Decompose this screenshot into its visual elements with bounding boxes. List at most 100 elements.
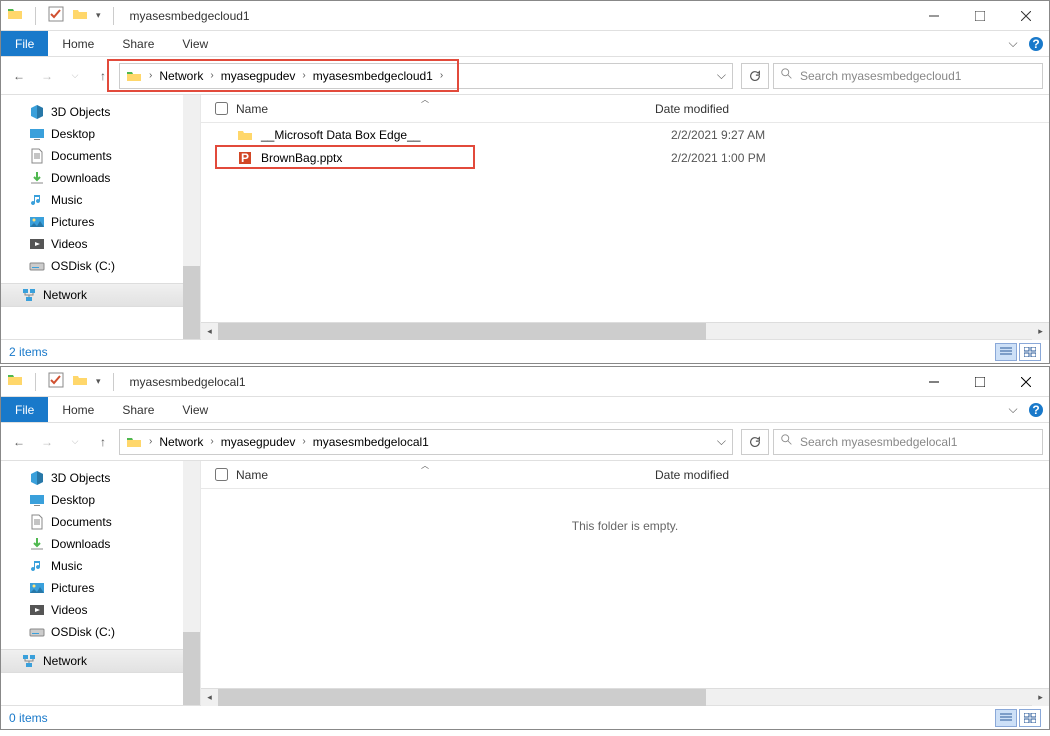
select-all-checkbox[interactable] [215, 468, 228, 481]
sidebar-scrollbar[interactable] [183, 95, 200, 339]
file-tab[interactable]: File [1, 31, 48, 56]
chevron-right-icon[interactable]: › [299, 70, 308, 81]
breadcrumb-segment[interactable]: myasegpudev [217, 430, 300, 454]
column-headers[interactable]: ︿ Name Date modified [201, 461, 1049, 489]
file-row[interactable]: __Microsoft Data Box Edge__ 2/2/2021 9:2… [201, 123, 1049, 146]
sidebar-item-pictures[interactable]: Pictures [1, 211, 200, 233]
qat-dropdown-icon[interactable]: ▾ [96, 376, 101, 387]
share-tab[interactable]: Share [108, 397, 168, 422]
recent-dropdown-icon[interactable]: ⌵ [63, 430, 87, 454]
file-tab[interactable]: File [1, 397, 48, 422]
help-button[interactable]: ? [1023, 397, 1049, 422]
refresh-button[interactable] [741, 429, 769, 455]
breadcrumb-segment[interactable]: Network [155, 64, 207, 88]
home-tab[interactable]: Home [48, 31, 108, 56]
sidebar-item-music[interactable]: Music [1, 189, 200, 211]
breadcrumb-segment[interactable]: myasesmbedgelocal1 [309, 430, 433, 454]
forward-button[interactable]: → [35, 430, 59, 454]
home-tab[interactable]: Home [48, 397, 108, 422]
horizontal-scrollbar[interactable]: ◂ ▸ [201, 688, 1049, 705]
sidebar-item-documents[interactable]: Documents [1, 145, 200, 167]
sidebar-item-network[interactable]: Network [1, 283, 200, 307]
sidebar-item-3d-objects[interactable]: 3D Objects [1, 101, 200, 123]
sidebar-item-downloads[interactable]: Downloads [1, 167, 200, 189]
chevron-right-icon[interactable]: › [207, 436, 216, 447]
maximize-button[interactable] [957, 367, 1003, 397]
scroll-right-icon[interactable]: ▸ [1032, 689, 1049, 706]
sidebar-item-3d-objects[interactable]: 3D Objects [1, 467, 200, 489]
titlebar[interactable]: ▾ myasesmbedgecloud1 [1, 1, 1049, 31]
horizontal-scrollbar[interactable]: ◂ ▸ [201, 322, 1049, 339]
maximize-button[interactable] [957, 1, 1003, 31]
select-all-checkbox[interactable] [215, 102, 228, 115]
file-row[interactable]: P BrownBag.pptx 2/2/2021 1:00 PM [201, 146, 1049, 169]
help-button[interactable]: ? [1023, 31, 1049, 56]
details-view-button[interactable] [995, 709, 1017, 727]
column-date[interactable]: Date modified [655, 468, 775, 482]
nav-pane[interactable]: 3D Objects Desktop Documents Downloads M… [1, 95, 201, 339]
back-button[interactable]: ← [7, 64, 31, 88]
chevron-right-icon[interactable]: › [146, 70, 155, 81]
breadcrumb-segment[interactable]: Network [155, 430, 207, 454]
sidebar-item-videos[interactable]: Videos [1, 233, 200, 255]
view-tab[interactable]: View [168, 31, 222, 56]
sidebar-scrollbar[interactable] [183, 461, 200, 705]
up-button[interactable]: ↑ [91, 64, 115, 88]
forward-button[interactable]: → [35, 64, 59, 88]
sidebar-item-osdisk[interactable]: OSDisk (C:) [1, 255, 200, 277]
sidebar-label: OSDisk (C:) [51, 625, 115, 639]
share-tab[interactable]: Share [108, 31, 168, 56]
minimize-button[interactable] [911, 1, 957, 31]
address-dropdown-icon[interactable]: ⌵ [717, 68, 726, 83]
search-box[interactable] [773, 63, 1043, 89]
checkbox-icon[interactable] [48, 6, 64, 25]
up-button[interactable]: ↑ [91, 430, 115, 454]
search-input[interactable] [800, 435, 1036, 449]
sidebar-item-pictures[interactable]: Pictures [1, 577, 200, 599]
scroll-right-icon[interactable]: ▸ [1032, 323, 1049, 340]
details-view-button[interactable] [995, 343, 1017, 361]
sidebar-item-network[interactable]: Network [1, 649, 200, 673]
chevron-right-icon[interactable]: › [146, 436, 155, 447]
column-name[interactable]: Name [236, 102, 268, 116]
search-input[interactable] [800, 69, 1036, 83]
back-button[interactable]: ← [7, 430, 31, 454]
titlebar[interactable]: ▾ myasesmbedgelocal1 [1, 367, 1049, 397]
sidebar-item-documents[interactable]: Documents [1, 511, 200, 533]
recent-dropdown-icon[interactable]: ⌵ [63, 64, 87, 88]
ribbon-caret-icon[interactable]: ⌵ [1003, 31, 1023, 56]
file-list[interactable]: ︿ Name Date modified __Microsoft Data Bo… [201, 95, 1049, 339]
breadcrumb-segment[interactable]: myasegpudev [217, 64, 300, 88]
close-button[interactable] [1003, 1, 1049, 31]
scroll-left-icon[interactable]: ◂ [201, 689, 218, 706]
column-headers[interactable]: ︿ Name Date modified [201, 95, 1049, 123]
chevron-right-icon[interactable]: › [437, 70, 446, 81]
scroll-left-icon[interactable]: ◂ [201, 323, 218, 340]
view-tab[interactable]: View [168, 397, 222, 422]
search-box[interactable] [773, 429, 1043, 455]
ribbon-caret-icon[interactable]: ⌵ [1003, 397, 1023, 422]
chevron-right-icon[interactable]: › [207, 70, 216, 81]
large-icons-view-button[interactable] [1019, 709, 1041, 727]
qat-dropdown-icon[interactable]: ▾ [96, 10, 101, 21]
large-icons-view-button[interactable] [1019, 343, 1041, 361]
chevron-right-icon[interactable]: › [299, 436, 308, 447]
breadcrumb[interactable]: › Network › myasegpudev › myasesmbedgelo… [119, 429, 733, 455]
checkbox-icon[interactable] [48, 372, 64, 391]
sidebar-item-desktop[interactable]: Desktop [1, 489, 200, 511]
sidebar-item-downloads[interactable]: Downloads [1, 533, 200, 555]
file-list[interactable]: ︿ Name Date modified This folder is empt… [201, 461, 1049, 705]
sidebar-item-videos[interactable]: Videos [1, 599, 200, 621]
refresh-button[interactable] [741, 63, 769, 89]
sidebar-item-osdisk[interactable]: OSDisk (C:) [1, 621, 200, 643]
minimize-button[interactable] [911, 367, 957, 397]
nav-pane[interactable]: 3D Objects Desktop Documents Downloads M… [1, 461, 201, 705]
column-name[interactable]: Name [236, 468, 268, 482]
sidebar-item-desktop[interactable]: Desktop [1, 123, 200, 145]
close-button[interactable] [1003, 367, 1049, 397]
breadcrumb-segment[interactable]: myasesmbedgecloud1 [309, 64, 437, 88]
address-dropdown-icon[interactable]: ⌵ [717, 434, 726, 449]
column-date[interactable]: Date modified [655, 102, 775, 116]
breadcrumb[interactable]: › Network › myasegpudev › myasesmbedgecl… [119, 63, 733, 89]
sidebar-item-music[interactable]: Music [1, 555, 200, 577]
